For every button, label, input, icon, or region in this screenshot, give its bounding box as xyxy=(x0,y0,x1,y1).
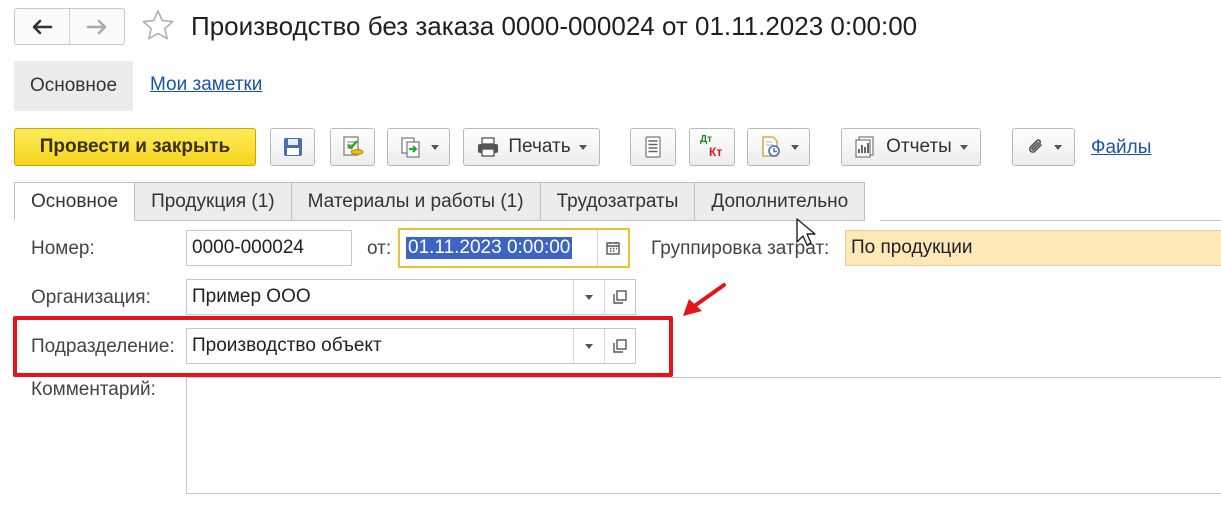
print-icon xyxy=(478,137,499,157)
comment-label: Комментарий: xyxy=(31,379,156,400)
calendar-button[interactable] xyxy=(597,230,628,266)
save-button[interactable] xyxy=(270,128,315,166)
list-icon xyxy=(645,136,661,158)
print-label: Печать xyxy=(508,136,571,157)
tab-main[interactable]: Основное xyxy=(14,182,136,221)
organization-value: Пример ООО xyxy=(192,286,311,307)
date-label: от: xyxy=(367,238,392,259)
annotation-arrow-icon xyxy=(683,283,726,316)
number-label: Номер: xyxy=(31,238,95,259)
tab-labor[interactable]: Трудозатраты xyxy=(540,182,696,221)
number-input[interactable]: 0000-000024 xyxy=(186,230,352,266)
print-button[interactable]: Печать xyxy=(463,128,600,166)
date-input[interactable]: 01.11.2023 0:00:00 xyxy=(398,228,630,268)
dt-kt-button[interactable]: Дт Кт xyxy=(689,128,735,166)
create-based-on-button[interactable] xyxy=(387,128,450,166)
organization-input[interactable]: Пример ООО xyxy=(186,279,636,315)
mouse-cursor-icon xyxy=(796,218,816,246)
organization-label: Организация: xyxy=(31,287,151,308)
form-tab-notes[interactable]: Мои заметки xyxy=(150,74,262,96)
post-button[interactable] xyxy=(330,128,375,166)
tab-materials[interactable]: Материалы и работы (1) xyxy=(291,182,541,221)
organization-dropdown-button[interactable] xyxy=(573,280,604,314)
tab-divider xyxy=(880,220,1221,221)
open-icon xyxy=(613,290,627,304)
tab-additional[interactable]: Дополнительно xyxy=(695,182,866,221)
post-icon xyxy=(342,136,363,156)
back-button[interactable] xyxy=(15,9,69,44)
nav-buttons xyxy=(14,8,125,45)
reports-button[interactable]: Отчеты xyxy=(841,128,981,166)
paperclip-icon xyxy=(1028,139,1042,153)
reports-icon xyxy=(855,136,874,158)
chevron-down-icon xyxy=(578,144,587,150)
related-docs-icon xyxy=(761,136,780,157)
related-docs-button[interactable] xyxy=(747,128,810,166)
dt-kt-icon: Дт Кт xyxy=(699,134,725,160)
attach-button[interactable] xyxy=(1012,128,1075,166)
date-value: 01.11.2023 0:00:00 xyxy=(406,237,573,259)
create-based-on-icon xyxy=(400,137,420,158)
forward-button[interactable] xyxy=(69,9,124,44)
reports-label: Отчеты xyxy=(886,136,952,157)
form-tab-main[interactable]: Основное xyxy=(14,61,133,111)
chevron-down-icon xyxy=(959,144,968,150)
chevron-down-icon xyxy=(430,144,439,150)
save-icon xyxy=(283,138,302,156)
page-title: Производство без заказа 0000-000024 от 0… xyxy=(191,11,918,41)
grouping-select[interactable]: По продукции xyxy=(845,230,1221,266)
organization-open-button[interactable] xyxy=(604,280,635,314)
back-arrow-icon xyxy=(32,19,53,34)
page-tabs: Основное Продукция (1) Материалы и работ… xyxy=(14,182,866,221)
files-link[interactable]: Файлы xyxy=(1091,137,1151,159)
chevron-down-icon xyxy=(790,144,799,150)
highlight-box xyxy=(13,316,673,377)
number-value: 0000-000024 xyxy=(192,237,304,258)
forward-arrow-icon xyxy=(86,19,107,34)
tab-products[interactable]: Продукция (1) xyxy=(135,182,292,221)
kt-label: Кт xyxy=(709,145,723,159)
chevron-down-icon xyxy=(585,294,593,300)
dt-label: Дт xyxy=(700,134,713,145)
calendar-icon xyxy=(606,242,620,255)
comment-textarea[interactable] xyxy=(186,377,1221,494)
grouping-value: По продукции xyxy=(851,237,973,258)
chevron-down-icon xyxy=(1053,144,1062,150)
post-and-close-button[interactable]: Провести и закрыть xyxy=(14,128,256,166)
list-button[interactable] xyxy=(630,128,676,166)
star-icon[interactable] xyxy=(140,8,176,44)
